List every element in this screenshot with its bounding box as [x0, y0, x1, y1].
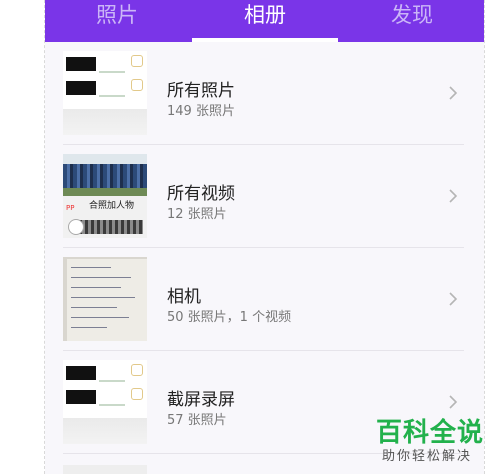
album-thumbnail	[63, 360, 147, 444]
tab-photos[interactable]: 照片	[57, 0, 177, 42]
gallery-app: 照片 相册 发现 所有照片 149 张照片 PP 合照加人物 所有视频 12 张…	[45, 0, 484, 474]
album-name: 截屏录屏	[167, 390, 235, 410]
album-name: 相机	[167, 287, 201, 307]
album-count: 149 张照片	[167, 104, 235, 119]
page-left-gutter	[0, 0, 45, 474]
chevron-right-icon	[449, 86, 458, 100]
watermark-logo: 百科全说	[376, 418, 485, 448]
chevron-right-icon	[449, 189, 458, 203]
album-thumbnail: PP 合照加人物	[63, 154, 147, 238]
tab-discover[interactable]: 发现	[352, 0, 472, 42]
watermark: 百科全说 助你轻松解决	[372, 412, 490, 470]
tab-albums[interactable]: 相册	[205, 0, 325, 42]
album-item-all-photos[interactable]: 所有照片 149 张照片	[45, 42, 484, 145]
tab-bar: 照片 相册 发现	[45, 0, 484, 42]
album-count: 57 张照片	[167, 413, 227, 428]
play-icon	[68, 219, 84, 235]
album-item-camera[interactable]: 相机 50 张照片，1 个视频	[45, 248, 484, 351]
album-name: 所有照片	[167, 81, 235, 101]
watermark-slogan: 助你轻松解决	[382, 449, 473, 464]
thumbnail-caption: 合照加人物	[89, 201, 135, 211]
album-item-all-videos[interactable]: PP 合照加人物 所有视频 12 张照片	[45, 145, 484, 248]
next-album-thumbnail	[63, 465, 147, 474]
chevron-right-icon	[449, 292, 458, 306]
page-right-gutter	[484, 0, 500, 474]
album-count: 50 张照片，1 个视频	[167, 310, 292, 325]
album-thumbnail	[63, 257, 147, 341]
album-thumbnail	[63, 51, 147, 135]
chevron-right-icon	[449, 395, 458, 409]
album-count: 12 张照片	[167, 207, 227, 222]
album-name: 所有视频	[167, 184, 235, 204]
